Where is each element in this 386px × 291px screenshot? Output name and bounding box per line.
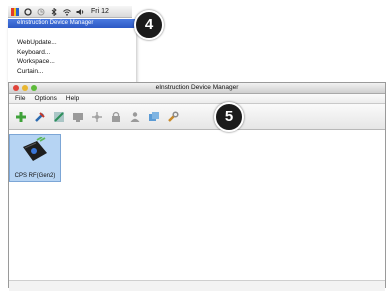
menu-options[interactable]: Options xyxy=(34,95,56,102)
dropdown-separator xyxy=(8,28,136,38)
user-icon[interactable] xyxy=(129,110,141,123)
menubar-clock[interactable]: Fri 12 xyxy=(91,8,109,15)
wifi-icon[interactable] xyxy=(63,8,71,16)
add-device-icon[interactable] xyxy=(15,110,27,123)
app-icon[interactable] xyxy=(11,7,19,16)
time-machine-icon[interactable] xyxy=(37,8,45,16)
bluetooth-icon[interactable] xyxy=(50,7,58,16)
menu-file[interactable]: File xyxy=(15,95,25,102)
dropdown-header[interactable]: eInstruction Device Manager xyxy=(8,19,136,28)
settings-icon[interactable] xyxy=(148,110,160,123)
menu-item-curtain[interactable]: Curtain... xyxy=(8,67,136,77)
device-list: CPS RF(Gen2) xyxy=(9,130,385,281)
system-menubar: Fri 12 xyxy=(8,6,132,18)
network-icon[interactable] xyxy=(91,110,103,123)
menu-item-keyboard[interactable]: Keyboard... xyxy=(8,48,136,58)
sync-icon[interactable] xyxy=(24,7,32,16)
toolbar xyxy=(9,104,385,130)
receiver-icon xyxy=(20,136,50,169)
status-bar xyxy=(9,281,385,291)
remove-device-icon[interactable] xyxy=(34,110,46,123)
window-titlebar[interactable]: eInstruction Device Manager xyxy=(9,83,385,94)
callout-5: 5 xyxy=(214,102,244,132)
monitor-icon[interactable] xyxy=(72,110,84,123)
callout-4: 4 xyxy=(134,10,164,40)
device-item[interactable]: CPS RF(Gen2) xyxy=(9,134,61,182)
connect-icon[interactable] xyxy=(53,110,65,123)
device-manager-window: eInstruction Device Manager File Options… xyxy=(8,82,386,291)
device-manager-dropdown: eInstruction Device Manager WebUpdate...… xyxy=(8,18,136,84)
wrench-icon[interactable] xyxy=(167,110,179,123)
device-label: CPS RF(Gen2) xyxy=(14,173,56,179)
window-title: eInstruction Device Manager xyxy=(155,84,239,91)
menu-help[interactable]: Help xyxy=(66,95,79,102)
menu-item-webupdate[interactable]: WebUpdate... xyxy=(8,38,136,48)
app-menubar: File Options Help xyxy=(9,94,385,104)
lock-icon[interactable] xyxy=(110,110,122,123)
menu-item-workspace[interactable]: Workspace... xyxy=(8,57,136,67)
volume-icon[interactable] xyxy=(76,8,84,16)
